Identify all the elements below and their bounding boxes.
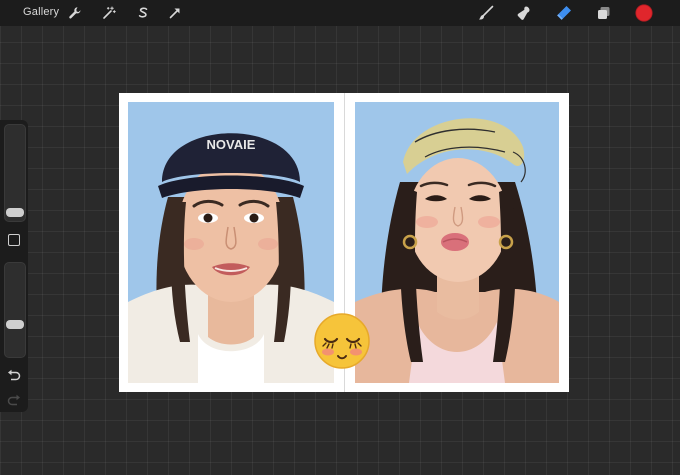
brush-icon[interactable] (477, 4, 495, 22)
gallery-button[interactable]: Gallery (23, 6, 59, 18)
opacity-thumb[interactable] (6, 320, 24, 329)
photo-left: NOVAIE (128, 102, 334, 383)
drawing-canvas[interactable]: NOVAIE (119, 93, 569, 392)
layers-icon[interactable] (595, 4, 613, 22)
smudge-icon[interactable] (515, 4, 533, 22)
color-swatch[interactable] (635, 4, 653, 22)
modify-button[interactable] (8, 234, 20, 246)
sleepy-emoji-sticker[interactable] (313, 312, 371, 370)
left-sidebar (0, 120, 28, 412)
undo-icon[interactable] (6, 369, 22, 383)
opacity-slider[interactable] (4, 262, 26, 358)
eraser-icon[interactable] (555, 4, 573, 22)
redo-icon[interactable] (6, 394, 22, 408)
top-toolbar: Gallery (0, 0, 680, 26)
magic-wand-icon[interactable] (100, 4, 118, 22)
transform-arrow-icon[interactable] (166, 4, 184, 22)
wrench-icon[interactable] (66, 4, 84, 22)
photo-right (355, 102, 559, 383)
brush-size-thumb[interactable] (6, 208, 24, 217)
cap-text: NOVAIE (207, 137, 256, 152)
brush-size-slider[interactable] (4, 124, 26, 222)
selection-icon[interactable] (134, 4, 152, 22)
